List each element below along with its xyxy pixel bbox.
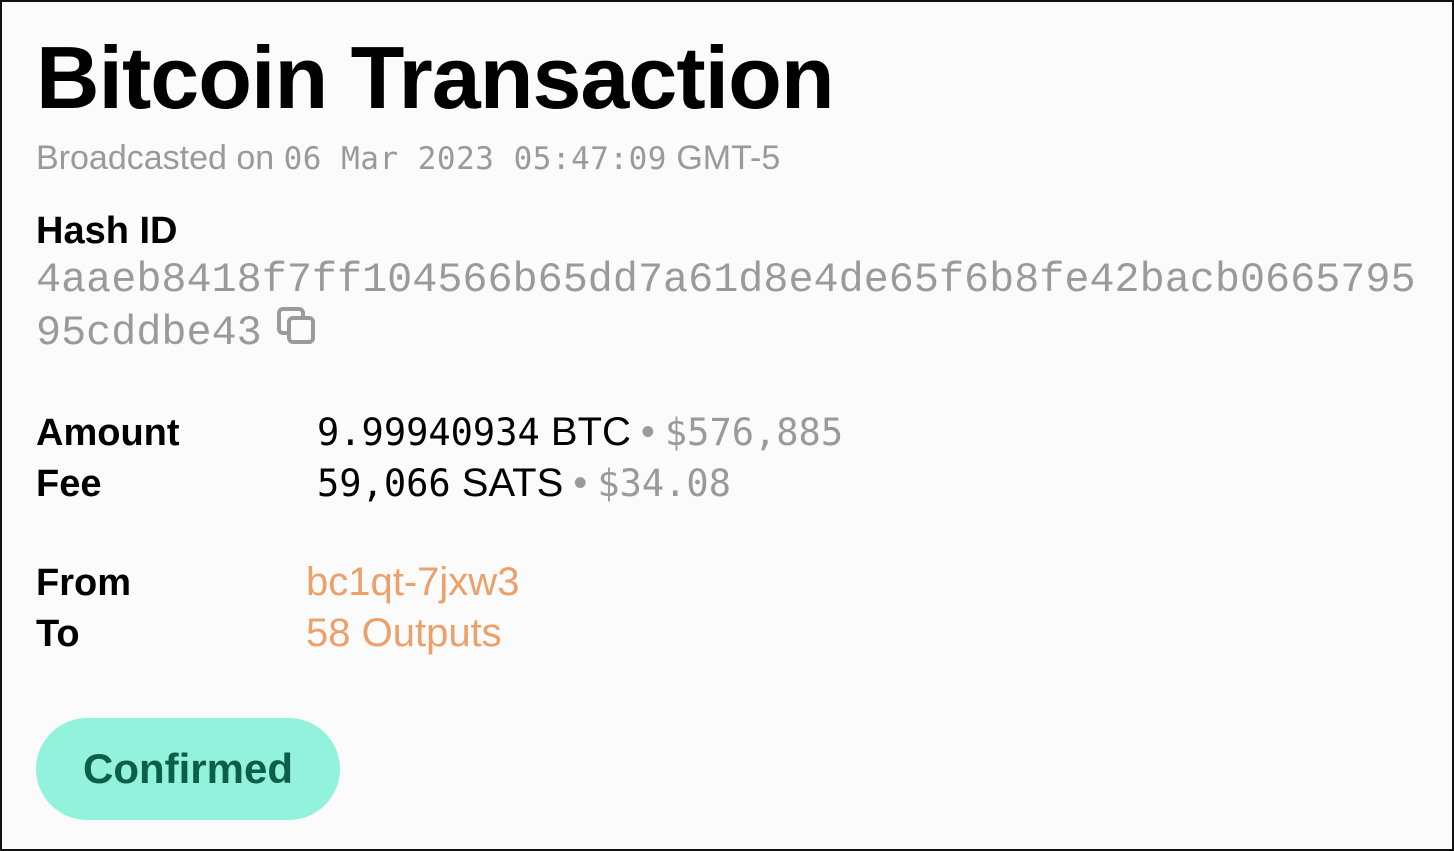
amount-separator: •	[640, 410, 655, 454]
to-label: To	[36, 613, 80, 655]
amount-btc: 9.99940934	[317, 411, 540, 454]
copy-icon-svg	[276, 307, 315, 344]
amount-label: Amount	[36, 412, 180, 454]
to-value: 58 Outputs	[306, 609, 502, 657]
transaction-card: Bitcoin Transaction Broadcasted on 06 Ma…	[0, 0, 1454, 851]
to-outputs-link[interactable]: 58 Outputs	[306, 611, 502, 655]
amount-value: 9.99940934 BTC • $576,885	[317, 408, 843, 457]
amount-usd: $576,885	[664, 411, 844, 454]
amount-unit: BTC	[550, 410, 631, 454]
status-badge: Confirmed	[36, 718, 340, 820]
copy-icon[interactable]	[276, 306, 318, 346]
broadcast-prefix: Broadcasted on	[36, 139, 275, 177]
from-label: From	[36, 562, 131, 604]
fee-sats: 59,066	[317, 462, 451, 505]
from-value: bc1qt-7jxw3	[306, 558, 519, 606]
fee-unit: SATS	[461, 461, 564, 505]
page-title: Bitcoin Transaction	[36, 28, 835, 127]
broadcast-timezone: GMT-5	[676, 139, 781, 177]
fee-value: 59,066 SATS • $34.08	[317, 459, 731, 508]
hash-id-label: Hash ID	[36, 210, 178, 252]
hash-id-value: 4aaeb8418f7ff104566b65dd7a61d8e4de65f6b8…	[36, 254, 1431, 359]
fee-separator: •	[573, 461, 588, 505]
from-address-link[interactable]: bc1qt-7jxw3	[306, 560, 519, 604]
fee-label: Fee	[36, 463, 102, 505]
fee-usd: $34.08	[597, 462, 731, 505]
broadcast-info: Broadcasted on 06 Mar 2023 05:47:09 GMT-…	[36, 138, 780, 179]
hash-id-text: 4aaeb8418f7ff104566b65dd7a61d8e4de65f6b8…	[36, 256, 1416, 357]
broadcast-date: 06 Mar 2023 05:47:09	[283, 141, 667, 177]
